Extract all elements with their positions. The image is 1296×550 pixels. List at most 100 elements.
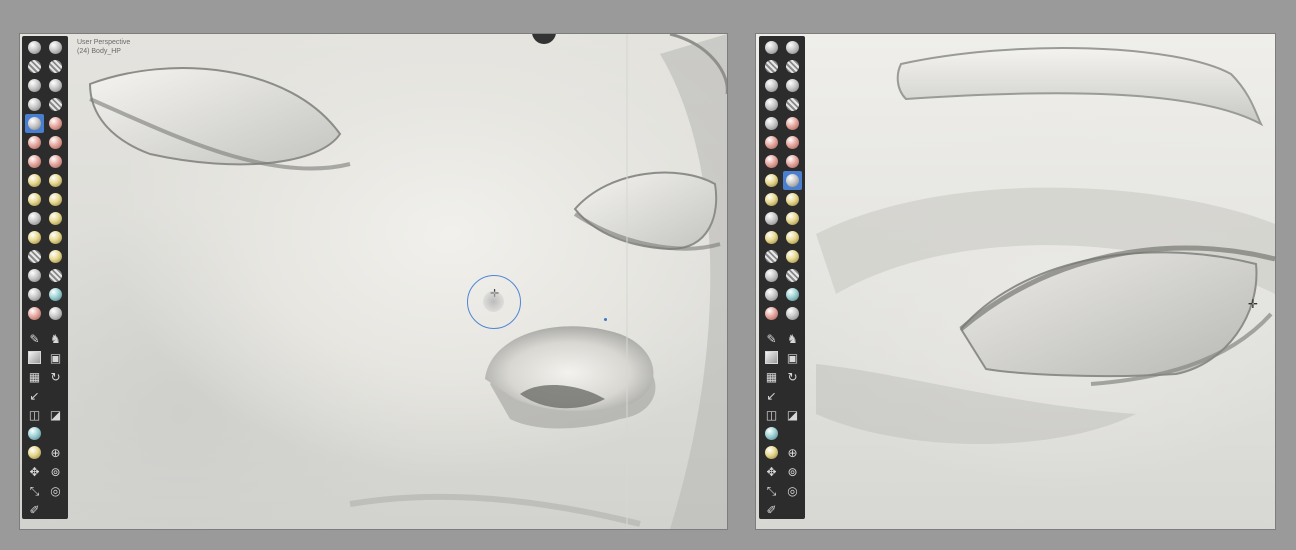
brush-icon[interactable] (46, 152, 65, 171)
brush-icon[interactable] (783, 285, 802, 304)
rotate-icon[interactable]: ↻ (46, 367, 65, 386)
brush-icon[interactable] (25, 133, 44, 152)
cyan-mesh-icon[interactable] (25, 424, 44, 443)
brush-icon[interactable] (783, 76, 802, 95)
brush-icon[interactable] (783, 190, 802, 209)
brush-icon[interactable] (762, 57, 781, 76)
viewport-right[interactable]: ✛ ✎ ♞ ▣ ▦ ↻ ↙ ◫ ◪ ⊕ ✥ ⊚ ⤡ ◎ ✐ (756, 34, 1275, 529)
brush-icon[interactable] (25, 95, 44, 114)
orbit-icon[interactable]: ⊚ (783, 462, 802, 481)
brush-icon[interactable] (783, 152, 802, 171)
scale-icon[interactable]: ⤡ (762, 481, 781, 500)
knight-icon[interactable]: ♞ (46, 329, 65, 348)
brush-icon[interactable] (25, 304, 44, 323)
draw-icon[interactable]: ✎ (25, 329, 44, 348)
viewport-left[interactable]: User Perspective (24) Body_HP ✛ ✎ ♞ ▣ ▦ … (20, 34, 727, 529)
brush-icon[interactable] (783, 209, 802, 228)
brush-icon[interactable] (783, 95, 802, 114)
brush-icon[interactable] (25, 247, 44, 266)
brush-ball-icon (765, 212, 778, 225)
brush-icon[interactable] (46, 209, 65, 228)
brush-icon[interactable] (46, 247, 65, 266)
brush-icon[interactable] (783, 133, 802, 152)
brush-icon[interactable] (783, 171, 802, 190)
search-icon[interactable]: ⊕ (783, 443, 802, 462)
annotate-icon[interactable]: ✐ (25, 500, 44, 519)
brush-icon[interactable] (783, 57, 802, 76)
annotate-icon[interactable]: ✐ (762, 500, 781, 519)
mesh-icon[interactable]: ◫ (762, 405, 781, 424)
brush-icon[interactable] (46, 133, 65, 152)
brush-icon[interactable] (783, 38, 802, 57)
brush-ball-icon (786, 212, 799, 225)
brush-icon[interactable] (25, 228, 44, 247)
mesh-alt-icon[interactable]: ◪ (46, 405, 65, 424)
brush-icon[interactable] (762, 285, 781, 304)
brush-icon[interactable] (46, 57, 65, 76)
brush-icon[interactable] (762, 38, 781, 57)
brush-icon[interactable] (46, 304, 65, 323)
brush-icon[interactable] (25, 152, 44, 171)
brush-icon[interactable] (25, 76, 44, 95)
brush-icon[interactable] (762, 247, 781, 266)
brush-icon[interactable] (783, 114, 802, 133)
target-icon[interactable]: ◎ (46, 481, 65, 500)
mesh-icon[interactable]: ◫ (25, 405, 44, 424)
brush-icon[interactable] (762, 228, 781, 247)
brush-icon[interactable] (25, 266, 44, 285)
brush-icon[interactable] (46, 95, 65, 114)
search-icon[interactable]: ⊕ (46, 443, 65, 462)
knight-icon[interactable]: ♞ (783, 329, 802, 348)
brush-icon[interactable] (25, 114, 44, 133)
brush-icon[interactable] (46, 171, 65, 190)
brush-icon[interactable] (46, 285, 65, 304)
brush-icon[interactable] (762, 171, 781, 190)
brush-icon[interactable] (46, 114, 65, 133)
render-icon[interactable] (762, 443, 781, 462)
cyan-mesh-icon[interactable] (762, 424, 781, 443)
box-square-icon[interactable]: ▣ (783, 348, 802, 367)
render-icon[interactable] (25, 443, 44, 462)
brush-icon[interactable] (46, 228, 65, 247)
rotate-icon[interactable]: ↻ (783, 367, 802, 386)
brush-icon[interactable] (762, 304, 781, 323)
brush-icon[interactable] (762, 95, 781, 114)
brush-icon[interactable] (762, 76, 781, 95)
brush-ball-icon (765, 117, 778, 130)
cube-icon[interactable]: ▦ (762, 367, 781, 386)
brush-icon[interactable] (762, 209, 781, 228)
scale-icon[interactable]: ⤡ (25, 481, 44, 500)
brush-icon[interactable] (25, 38, 44, 57)
brush-icon[interactable] (783, 304, 802, 323)
brush-icon[interactable] (46, 76, 65, 95)
brush-icon[interactable] (783, 228, 802, 247)
brush-icon[interactable] (25, 285, 44, 304)
mesh-alt-icon[interactable]: ◪ (783, 405, 802, 424)
brush-icon[interactable] (783, 247, 802, 266)
arrow-icon[interactable]: ↙ (762, 386, 781, 405)
cube-icon[interactable]: ▦ (25, 367, 44, 386)
box-select-icon[interactable] (762, 348, 781, 367)
move-icon[interactable]: ✥ (25, 462, 44, 481)
brush-icon[interactable] (762, 152, 781, 171)
brush-icon[interactable] (762, 114, 781, 133)
move-icon[interactable]: ✥ (762, 462, 781, 481)
brush-icon[interactable] (783, 266, 802, 285)
box-square-icon[interactable]: ▣ (46, 348, 65, 367)
draw-icon[interactable]: ✎ (762, 329, 781, 348)
target-icon[interactable]: ◎ (783, 481, 802, 500)
brush-icon[interactable] (25, 57, 44, 76)
brush-icon[interactable] (25, 209, 44, 228)
brush-ball-icon (786, 79, 799, 92)
orbit-icon[interactable]: ⊚ (46, 462, 65, 481)
brush-icon[interactable] (46, 38, 65, 57)
arrow-icon[interactable]: ↙ (25, 386, 44, 405)
brush-icon[interactable] (762, 133, 781, 152)
brush-icon[interactable] (25, 190, 44, 209)
box-select-icon[interactable] (25, 348, 44, 367)
brush-icon[interactable] (762, 266, 781, 285)
brush-icon[interactable] (46, 266, 65, 285)
brush-icon[interactable] (25, 171, 44, 190)
brush-icon[interactable] (46, 190, 65, 209)
brush-icon[interactable] (762, 190, 781, 209)
